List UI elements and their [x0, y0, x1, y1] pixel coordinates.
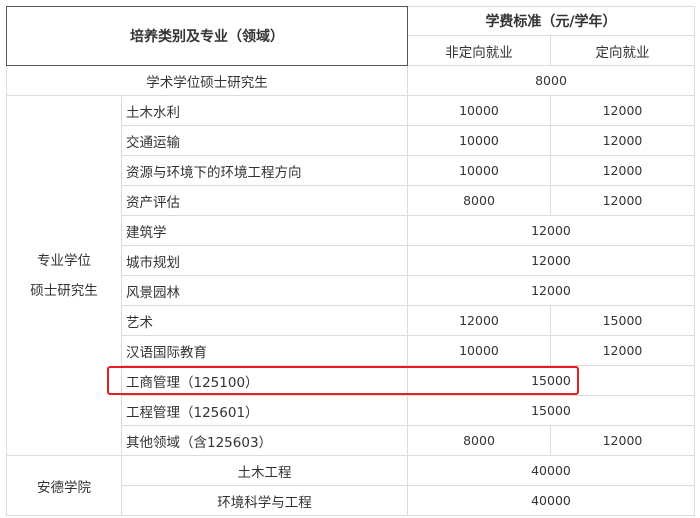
major-name: 环境科学与工程: [121, 485, 408, 516]
professional-label-line1: 专业学位: [37, 252, 91, 269]
combined-fee: 40000: [407, 485, 695, 516]
combined-fee: 15000: [407, 365, 695, 396]
tuition-table: 培养类别及专业（领域） 学费标准（元/学年） 非定向就业 定向就业 学术学位硕士…: [6, 6, 695, 516]
major-name: 风景园林: [121, 275, 408, 306]
major-name: 城市规划: [121, 245, 408, 276]
combined-fee: 40000: [407, 455, 695, 486]
combined-fee: 12000: [407, 245, 695, 276]
category-header: 培养类别及专业（领域）: [6, 6, 408, 66]
non-directed-fee: 8000: [407, 185, 551, 216]
table-row: 专业学位 硕士研究生 土木水利 10000 12000: [6, 95, 695, 456]
combined-fee: 15000: [407, 395, 695, 426]
non-directed-fee: 10000: [407, 95, 551, 126]
table-row: 学术学位硕士研究生 8000: [6, 65, 695, 96]
directed-fee: 15000: [550, 305, 695, 336]
major-name: 艺术: [121, 305, 408, 336]
academic-degree-label: 学术学位硕士研究生: [6, 65, 408, 96]
non-directed-fee: 12000: [407, 305, 551, 336]
directed-fee: 12000: [550, 335, 695, 366]
non-directed-header: 非定向就业: [407, 35, 551, 66]
major-name: 工程管理（125601）: [121, 395, 408, 426]
major-name: 资产评估: [121, 185, 408, 216]
directed-header: 定向就业: [550, 35, 695, 66]
non-directed-fee: 10000: [407, 155, 551, 186]
header-row: 培养类别及专业（领域） 学费标准（元/学年）: [6, 6, 695, 66]
ande-college-label: 安德学院: [6, 455, 122, 516]
major-name: 土木水利: [121, 95, 408, 126]
professional-degree-label: 专业学位 硕士研究生: [6, 95, 122, 456]
major-name: 交通运输: [121, 125, 408, 156]
professional-label-line2: 硕士研究生: [30, 282, 98, 299]
directed-fee: 12000: [550, 155, 695, 186]
academic-degree-fee: 8000: [407, 65, 695, 96]
combined-fee: 12000: [407, 215, 695, 246]
directed-fee: 12000: [550, 125, 695, 156]
major-name: 汉语国际教育: [121, 335, 408, 366]
major-name: 工商管理（125100）: [121, 365, 408, 396]
directed-fee: 12000: [550, 425, 695, 456]
non-directed-fee: 8000: [407, 425, 551, 456]
directed-fee: 12000: [550, 95, 695, 126]
major-name: 资源与环境下的环境工程方向: [121, 155, 408, 186]
combined-fee: 12000: [407, 275, 695, 306]
major-name: 其他领域（含125603）: [121, 425, 408, 456]
major-name: 土木工程: [121, 455, 408, 486]
major-name: 建筑学: [121, 215, 408, 246]
fee-standard-header: 学费标准（元/学年）: [407, 6, 695, 36]
non-directed-fee: 10000: [407, 335, 551, 366]
table-row: 安德学院 土木工程 40000: [6, 455, 695, 516]
directed-fee: 12000: [550, 185, 695, 216]
non-directed-fee: 10000: [407, 125, 551, 156]
